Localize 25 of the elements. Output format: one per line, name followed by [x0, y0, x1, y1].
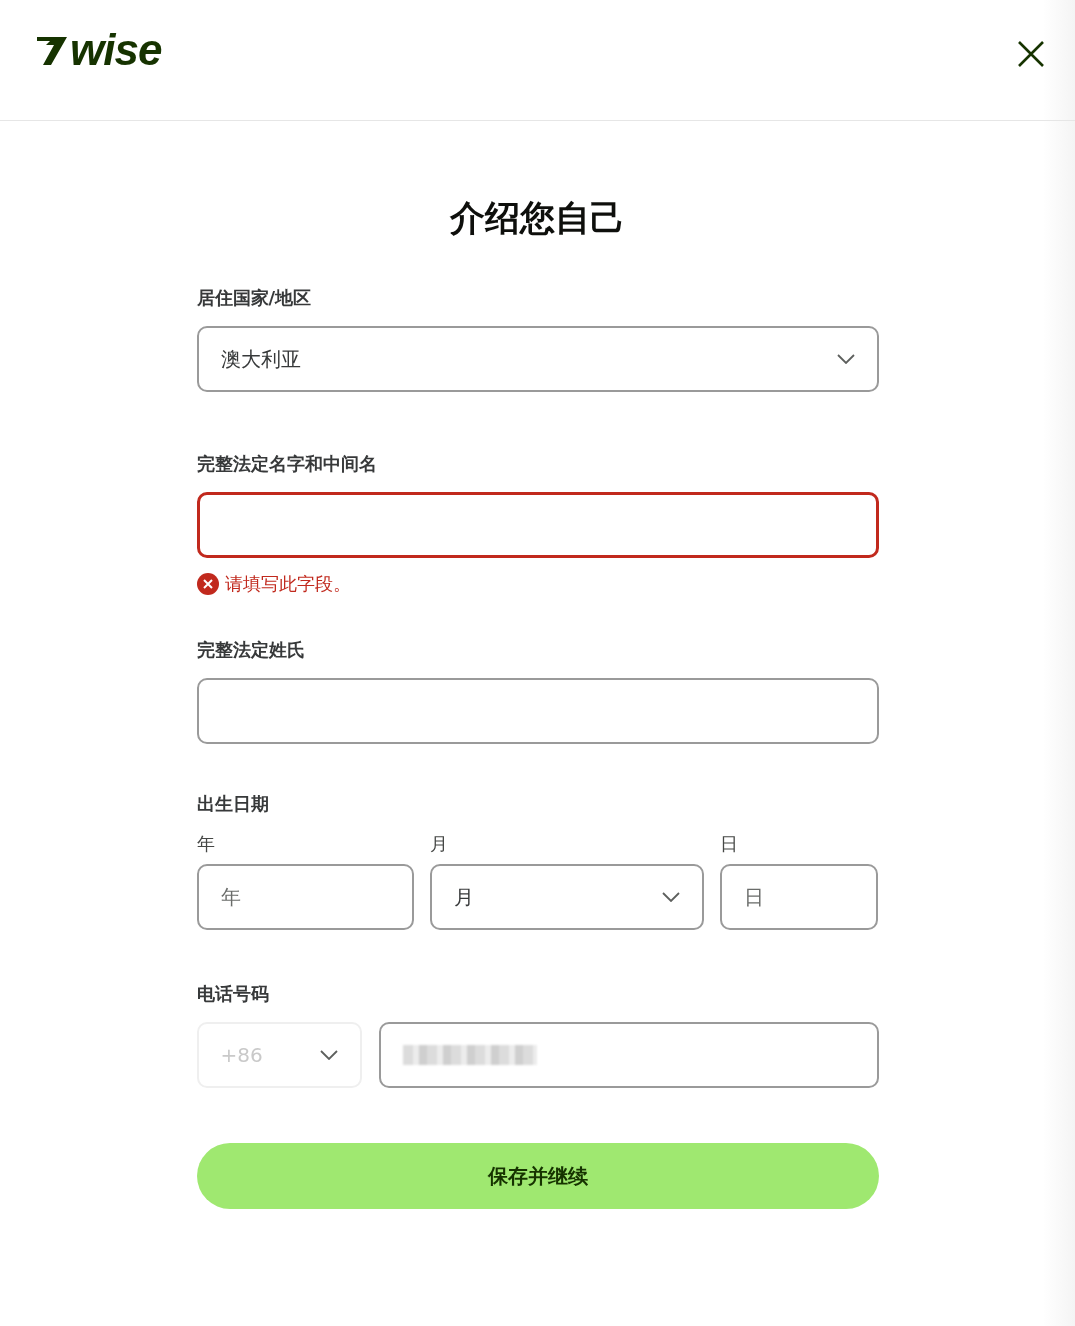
field-label: 出生日期 — [196, 792, 270, 816]
chevron-down-icon — [836, 354, 855, 364]
country-select[interactable]: 澳大利亚 — [196, 326, 879, 392]
chevron-down-icon — [319, 1050, 338, 1060]
field-label: 电话号码 — [196, 982, 270, 1006]
date-part-label: 月 — [429, 832, 449, 856]
date-field[interactable]: 年 — [196, 864, 414, 930]
chevron-down-icon — [661, 892, 680, 902]
date-field[interactable]: 日 — [719, 864, 878, 930]
month-select[interactable]: 月 — [429, 864, 704, 930]
field-label: 完整法定名字和中间名 — [196, 452, 378, 476]
name-field[interactable] — [196, 492, 879, 558]
date-part-label: 年 — [196, 832, 216, 856]
date-part-label: 日 — [719, 832, 739, 856]
surname-field[interactable] — [196, 678, 879, 744]
field-label: 居住国家/地区 — [196, 286, 313, 310]
wise-logo[interactable]: wise — [34, 28, 162, 72]
save-continue-button[interactable]: 保存并继续 — [196, 1143, 879, 1209]
close-button[interactable] — [1017, 40, 1045, 68]
field-label: 完整法定姓氏 — [196, 638, 306, 662]
phone-field[interactable] — [378, 1022, 879, 1088]
error-icon — [196, 573, 219, 595]
error-message: 请填写此字段。 — [224, 572, 351, 596]
logo-text: wise — [70, 28, 162, 72]
page-title: 介绍您自己 — [449, 197, 626, 240]
